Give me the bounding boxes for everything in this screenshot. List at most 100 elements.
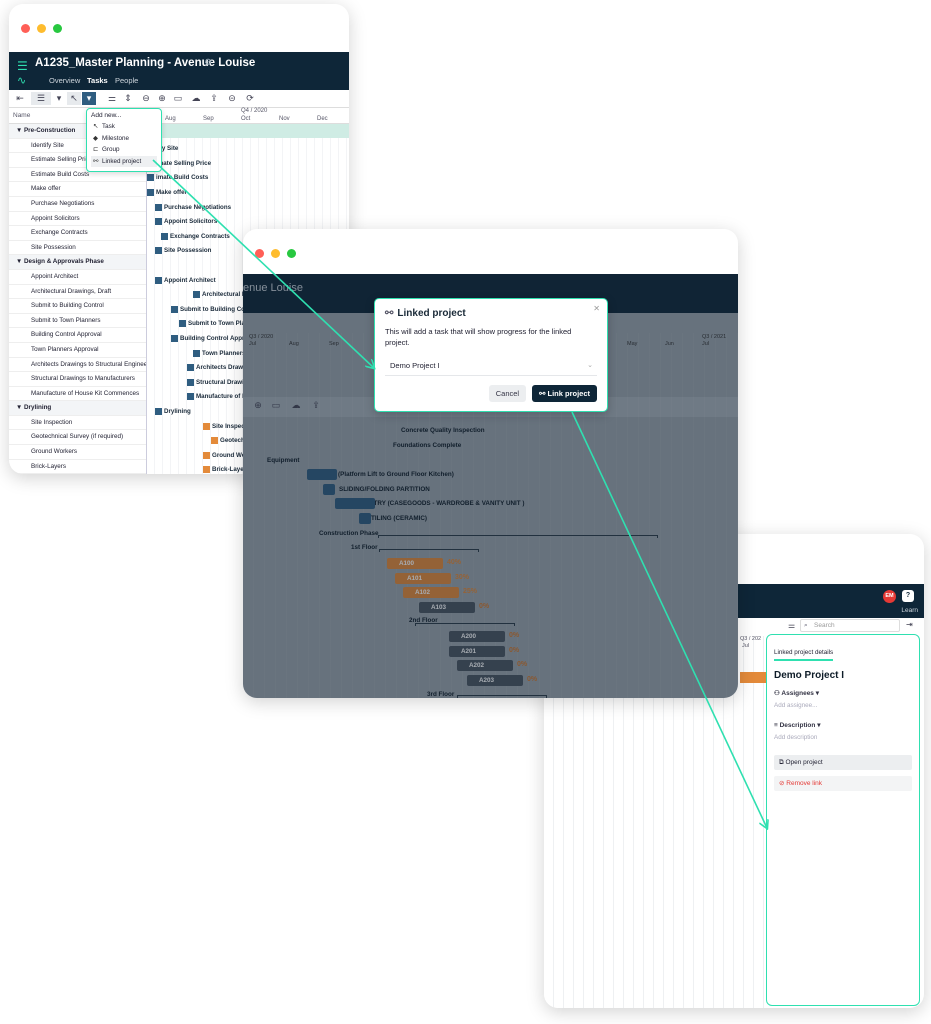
filter-icon[interactable]: ⚌ bbox=[105, 92, 119, 105]
link-project-label: Link project bbox=[547, 389, 590, 398]
zoom-in-icon[interactable]: ⊕ bbox=[155, 92, 169, 105]
indent-icon[interactable]: ⇕ bbox=[121, 92, 135, 105]
gantt-task-label[interactable]: Appoint Architect bbox=[155, 277, 216, 284]
task-row[interactable]: Make offer bbox=[9, 182, 146, 197]
month-aug: Aug bbox=[165, 116, 176, 122]
gantt-task-label[interactable]: Submit to Town Plann bbox=[179, 320, 253, 327]
task-row[interactable]: Exchange Contracts bbox=[9, 226, 146, 241]
task-row[interactable]: Site Possession bbox=[9, 241, 146, 256]
maximize-window-button[interactable] bbox=[53, 24, 62, 33]
task-row[interactable]: Ground Workers bbox=[9, 445, 146, 460]
search-input[interactable]: ⌕ Search bbox=[800, 619, 900, 632]
task-row[interactable]: Manufacture of House Kit Commences bbox=[9, 387, 146, 402]
remove-link-button[interactable]: ⊘ Remove link bbox=[774, 776, 912, 791]
tab-overview[interactable]: Overview bbox=[49, 76, 80, 85]
zoom-out-icon[interactable]: ⊖ bbox=[139, 92, 153, 105]
link-project-button[interactable]: ⚯ Link project bbox=[532, 385, 597, 402]
gantt-task-label[interactable]: Drylining bbox=[155, 408, 191, 415]
open-project-button[interactable]: ⧉ Open project bbox=[774, 755, 912, 770]
linked-project-details-panel: Linked project details Demo Project I ⚇ … bbox=[766, 634, 920, 1006]
milestone-icon: ◆ bbox=[93, 134, 98, 142]
task-row[interactable]: Geotechnical Survey (if required) bbox=[9, 430, 146, 446]
toolbar: ⇤ ☰ ▾ ↖ ▾ ⚌ ⇕ ⊖ ⊕ ▭ ☁ ⇪ ⊝ ⟳ bbox=[9, 90, 349, 108]
task-marker-icon bbox=[187, 393, 194, 400]
tab-people[interactable]: People bbox=[115, 76, 138, 85]
settings-gear-icon[interactable]: ⚙ bbox=[204, 57, 212, 68]
upload-icon[interactable]: ⇪ bbox=[207, 92, 221, 105]
gantt-task-label[interactable]: imate Build Costs bbox=[147, 174, 208, 181]
gantt-task-label[interactable]: Site Inspecti bbox=[203, 423, 248, 430]
project-select[interactable]: Demo Project I ⌄ bbox=[385, 356, 597, 376]
menu-icon[interactable]: ☰ bbox=[17, 59, 28, 73]
link-icon[interactable]: ⊝ bbox=[225, 92, 239, 105]
assignees-label[interactable]: ⚇ Assignees ▾ bbox=[774, 689, 912, 697]
gantt-task-label[interactable]: Make offer bbox=[147, 189, 187, 196]
assignees-input[interactable]: Add assignee... bbox=[774, 702, 912, 709]
task-marker-icon bbox=[187, 364, 194, 371]
gantt-task-label[interactable]: Purchase Negotiations bbox=[155, 204, 231, 211]
group-by-icon[interactable]: ☰ bbox=[31, 92, 51, 105]
task-row[interactable]: Purchase Negotiations bbox=[9, 197, 146, 212]
task-row[interactable]: Site Inspection bbox=[9, 416, 146, 431]
task-marker-icon bbox=[211, 437, 218, 444]
gantt-task-label[interactable]: Structural Drawi bbox=[187, 379, 244, 386]
add-new-dropdown-button[interactable]: ▾ bbox=[82, 92, 96, 105]
task-row[interactable]: Submit to Town Planners bbox=[9, 314, 146, 329]
help-icon[interactable]: ? bbox=[902, 590, 914, 602]
collapse-panel-icon[interactable]: ⇤ bbox=[13, 92, 27, 105]
gantt-task-label-text: Structural Drawi bbox=[196, 379, 244, 387]
modal-description: This will add a task that will show prog… bbox=[385, 327, 572, 347]
gantt-task-label-text: Architects Draw bbox=[196, 364, 244, 372]
month-sep: Sep bbox=[203, 116, 214, 122]
chevron-down-icon[interactable]: ▾ bbox=[52, 92, 66, 105]
task-marker-icon bbox=[203, 423, 210, 430]
task-row[interactable]: Building Control Approval bbox=[9, 328, 146, 343]
menu-item-milestone-label: Milestone bbox=[102, 134, 129, 142]
task-row[interactable]: Architects Drawings to Structural Engine… bbox=[9, 358, 146, 373]
close-icon[interactable]: ✕ bbox=[593, 304, 600, 313]
gantt-task-label[interactable]: Brick-Laye bbox=[203, 466, 244, 473]
gantt-task-label[interactable]: Appoint Solicitors bbox=[155, 218, 217, 225]
minimize-window-button[interactable] bbox=[271, 249, 280, 258]
task-row[interactable]: Brick-Layers bbox=[9, 460, 146, 474]
description-label[interactable]: ≡ Description ▾ bbox=[774, 721, 912, 729]
task-row[interactable]: Structural Drawings to Manufacturers bbox=[9, 372, 146, 387]
tab-tasks[interactable]: Tasks bbox=[87, 76, 108, 85]
task-row[interactable]: Submit to Building Control bbox=[9, 299, 146, 314]
cloud-icon[interactable]: ☁ bbox=[189, 92, 203, 105]
assignees-label-text: Assignees bbox=[781, 690, 814, 697]
menu-item-milestone[interactable]: ◆ Milestone bbox=[91, 133, 157, 145]
menu-item-linked-project[interactable]: ⚯ Linked project bbox=[91, 155, 157, 167]
sync-icon[interactable]: ⟳ bbox=[243, 92, 257, 105]
menu-item-task[interactable]: ↖ Task bbox=[91, 121, 157, 133]
gantt-task-label[interactable]: Exchange Contracts bbox=[161, 233, 230, 240]
gantt-task-label[interactable]: Architects Draw bbox=[187, 364, 243, 371]
gantt-task-label[interactable]: Manufacture of Ho bbox=[187, 393, 250, 400]
minimize-window-button[interactable] bbox=[37, 24, 46, 33]
task-row[interactable]: Appoint Solicitors bbox=[9, 212, 146, 227]
task-row[interactable]: Town Planners Approval bbox=[9, 343, 146, 358]
maximize-window-button[interactable] bbox=[287, 249, 296, 258]
group-row[interactable]: ▼ Design & Approvals Phase bbox=[9, 255, 146, 270]
task-row[interactable]: Architectural Drawings, Draft bbox=[9, 285, 146, 300]
tab-linked-project-details[interactable]: Linked project details bbox=[774, 649, 834, 661]
menu-item-group[interactable]: ⊏ Group bbox=[91, 144, 157, 156]
present-icon[interactable]: ▭ bbox=[171, 92, 185, 105]
learn-link[interactable]: Learn bbox=[901, 607, 918, 614]
gantt-task-label[interactable]: Ground Wo bbox=[203, 452, 246, 459]
gantt-task-label[interactable]: Submit to Building Co bbox=[171, 306, 245, 313]
description-input[interactable]: Add description bbox=[774, 734, 912, 741]
activity-icon: ∿ bbox=[17, 75, 27, 87]
panel-toggle-icon[interactable]: ⇥ bbox=[906, 620, 913, 629]
task-row[interactable]: Appoint Architect bbox=[9, 270, 146, 285]
add-task-icon[interactable]: ↖ bbox=[67, 92, 81, 105]
filter-icon[interactable]: ⚌ bbox=[788, 621, 795, 630]
cancel-button[interactable]: Cancel bbox=[488, 385, 527, 402]
user-avatar[interactable]: EM bbox=[883, 590, 896, 603]
task-bar[interactable] bbox=[740, 672, 766, 683]
gantt-task-label[interactable]: Site Possession bbox=[155, 247, 211, 254]
close-window-button[interactable] bbox=[255, 249, 264, 258]
name-column-header: Name bbox=[13, 112, 31, 119]
group-row[interactable]: ▼ Drylining bbox=[9, 401, 146, 416]
close-window-button[interactable] bbox=[21, 24, 30, 33]
